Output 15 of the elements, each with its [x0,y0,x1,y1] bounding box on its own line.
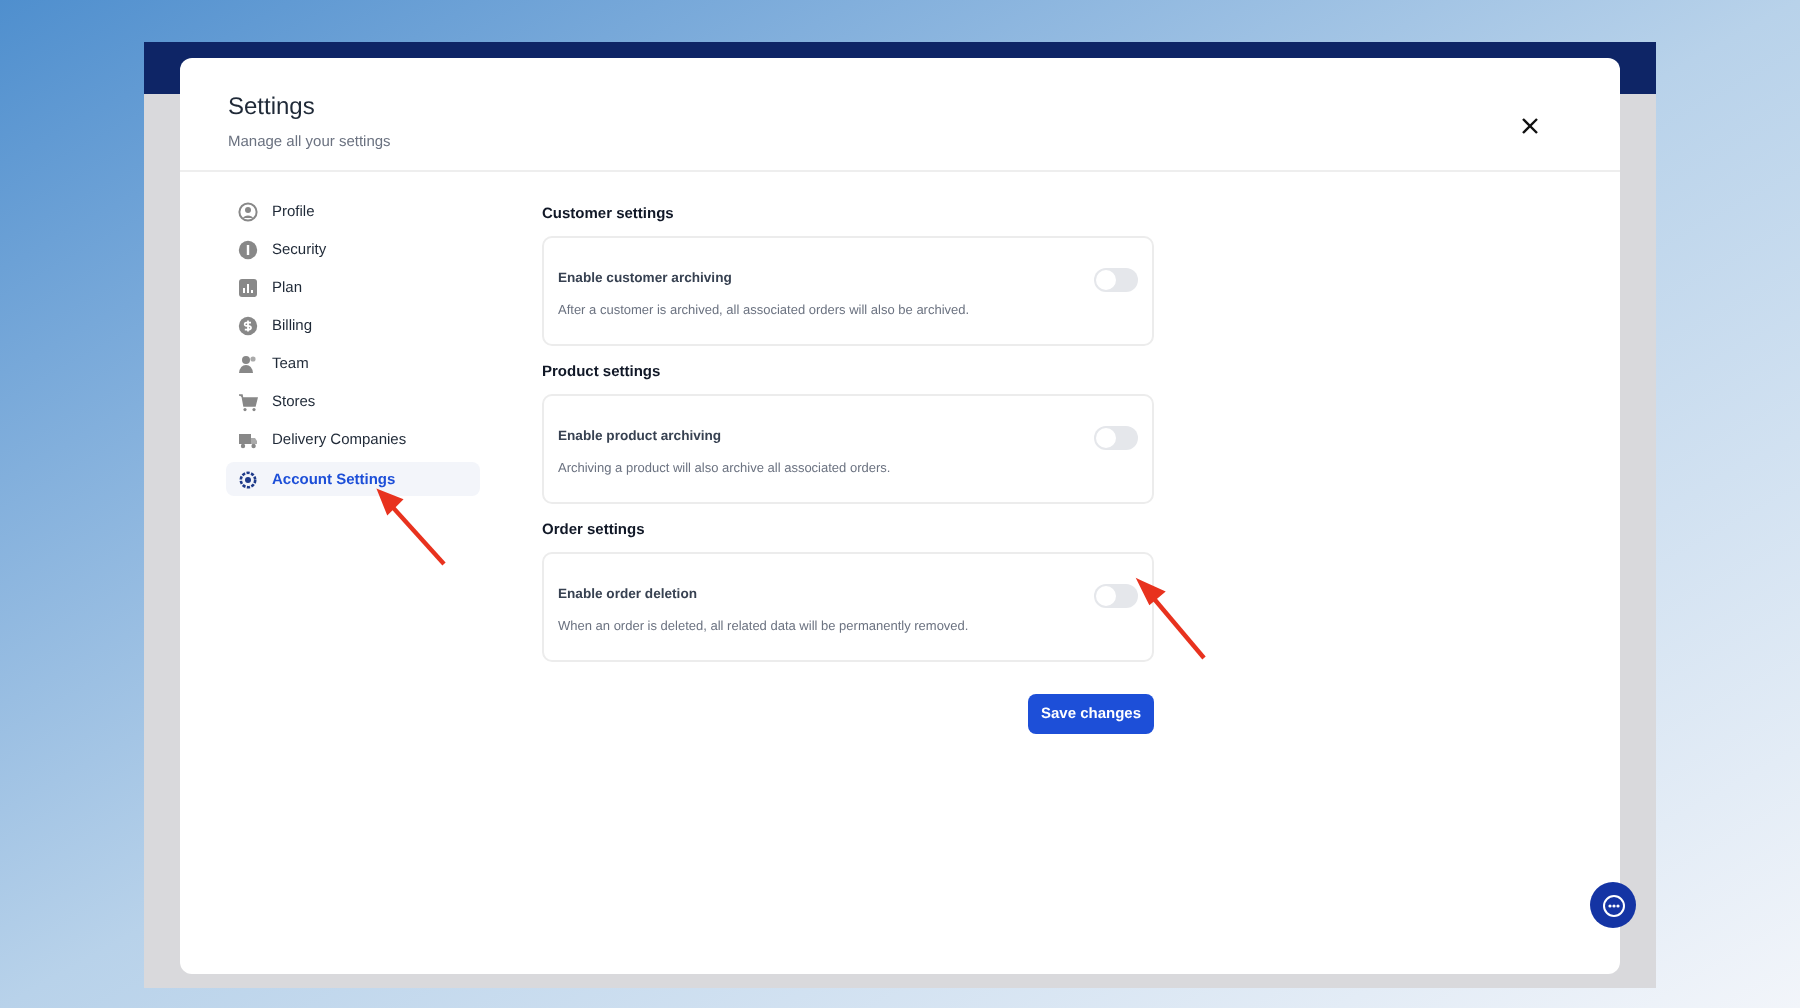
bar-chart-icon [238,277,258,297]
truck-icon [238,429,258,449]
dialog-title: Settings [228,90,317,122]
toggle-switch[interactable] [1094,426,1138,450]
annotation-arrow [1135,577,1206,660]
chat-icon [1601,893,1625,917]
user-icon [238,201,258,221]
toggle-switch[interactable] [1094,268,1138,292]
dollar-icon [238,315,258,335]
settings-icon [238,469,258,489]
cart-icon [238,391,258,411]
annotation-arrow [376,488,446,566]
close-icon[interactable] [1522,118,1538,134]
toggle-switch[interactable] [1094,584,1138,608]
people-icon [238,353,258,373]
